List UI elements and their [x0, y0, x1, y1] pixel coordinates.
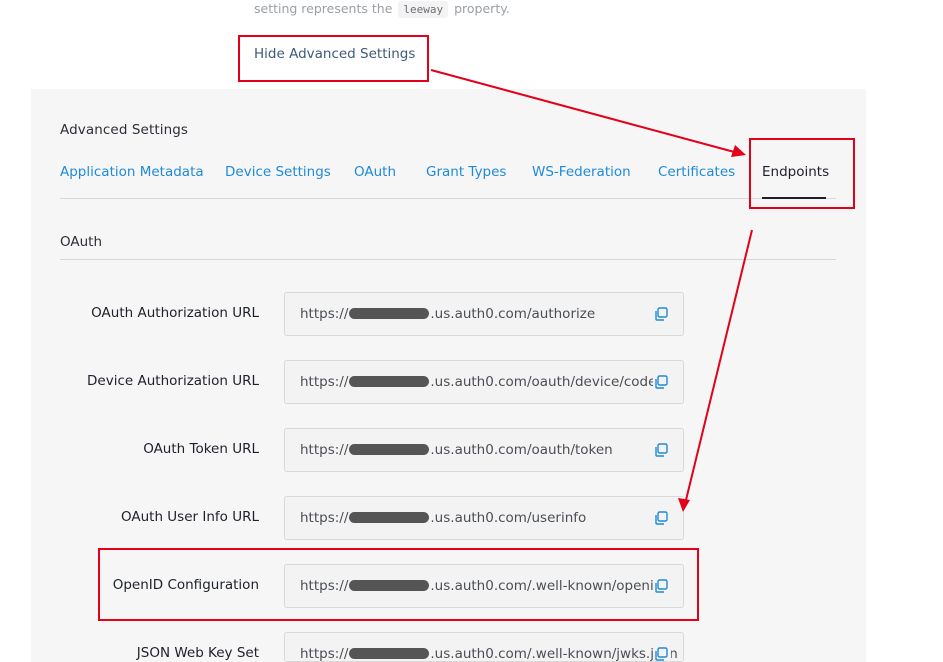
oauth-section-title: OAuth	[60, 234, 103, 250]
copy-icon[interactable]	[653, 646, 671, 661]
url-value: https://.us.auth0.com/oauth/device/code	[300, 374, 657, 390]
url-value: https://.us.auth0.com/authorize	[300, 306, 596, 322]
copy-icon[interactable]	[653, 442, 671, 460]
annotation-box-endpoints-tab	[749, 138, 855, 209]
redacted-tenant	[349, 511, 430, 523]
tab-application-metadata[interactable]: Application Metadata	[60, 164, 204, 180]
advanced-settings-title: Advanced Settings	[60, 122, 189, 138]
url-value: https://.us.auth0.com/userinfo	[300, 510, 587, 526]
tab-ws-federation[interactable]: WS-Federation	[532, 164, 631, 180]
json-web-key-set-label: JSON Web Key Set	[136, 645, 259, 661]
tab-oauth[interactable]: OAuth	[354, 164, 396, 180]
device-authorization-url-label: Device Authorization URL	[87, 373, 259, 389]
tab-device-settings[interactable]: Device Settings	[225, 164, 331, 180]
redacted-tenant	[349, 375, 430, 387]
annotation-box-openid-configuration	[98, 548, 699, 621]
json-web-key-set-field[interactable]: https://.us.auth0.com/.well-known/jwks.j…	[284, 632, 684, 662]
redacted-tenant	[349, 647, 430, 659]
tab-grant-types[interactable]: Grant Types	[426, 164, 506, 180]
copy-icon[interactable]	[653, 306, 671, 324]
leeway-description: setting represents the leeway property.	[254, 1, 510, 18]
advanced-settings-tabs: Application Metadata Device Settings OAu…	[60, 164, 836, 199]
oauth-user-info-url-field[interactable]: https://.us.auth0.com/userinfo	[284, 496, 684, 540]
oauth-token-url-field[interactable]: https://.us.auth0.com/oauth/token	[284, 428, 684, 472]
oauth-authorization-url-field[interactable]: https://.us.auth0.com/authorize	[284, 292, 684, 336]
oauth-user-info-url-label: OAuth User Info URL	[120, 509, 259, 525]
oauth-authorization-url-label: OAuth Authorization URL	[91, 305, 259, 321]
tab-certificates[interactable]: Certificates	[658, 164, 735, 180]
url-value: https://.us.auth0.com/oauth/token	[300, 442, 613, 458]
copy-icon[interactable]	[653, 374, 671, 392]
leeway-code: leeway	[398, 1, 449, 18]
annotation-box-hide-advanced	[238, 35, 429, 82]
section-divider	[60, 259, 836, 260]
redacted-tenant	[349, 443, 430, 455]
oauth-token-url-label: OAuth Token URL	[143, 441, 259, 457]
copy-icon[interactable]	[653, 510, 671, 528]
url-value: https://.us.auth0.com/.well-known/jwks.j…	[300, 646, 678, 662]
redacted-tenant	[349, 307, 430, 319]
device-authorization-url-field[interactable]: https://.us.auth0.com/oauth/device/code	[284, 360, 684, 404]
